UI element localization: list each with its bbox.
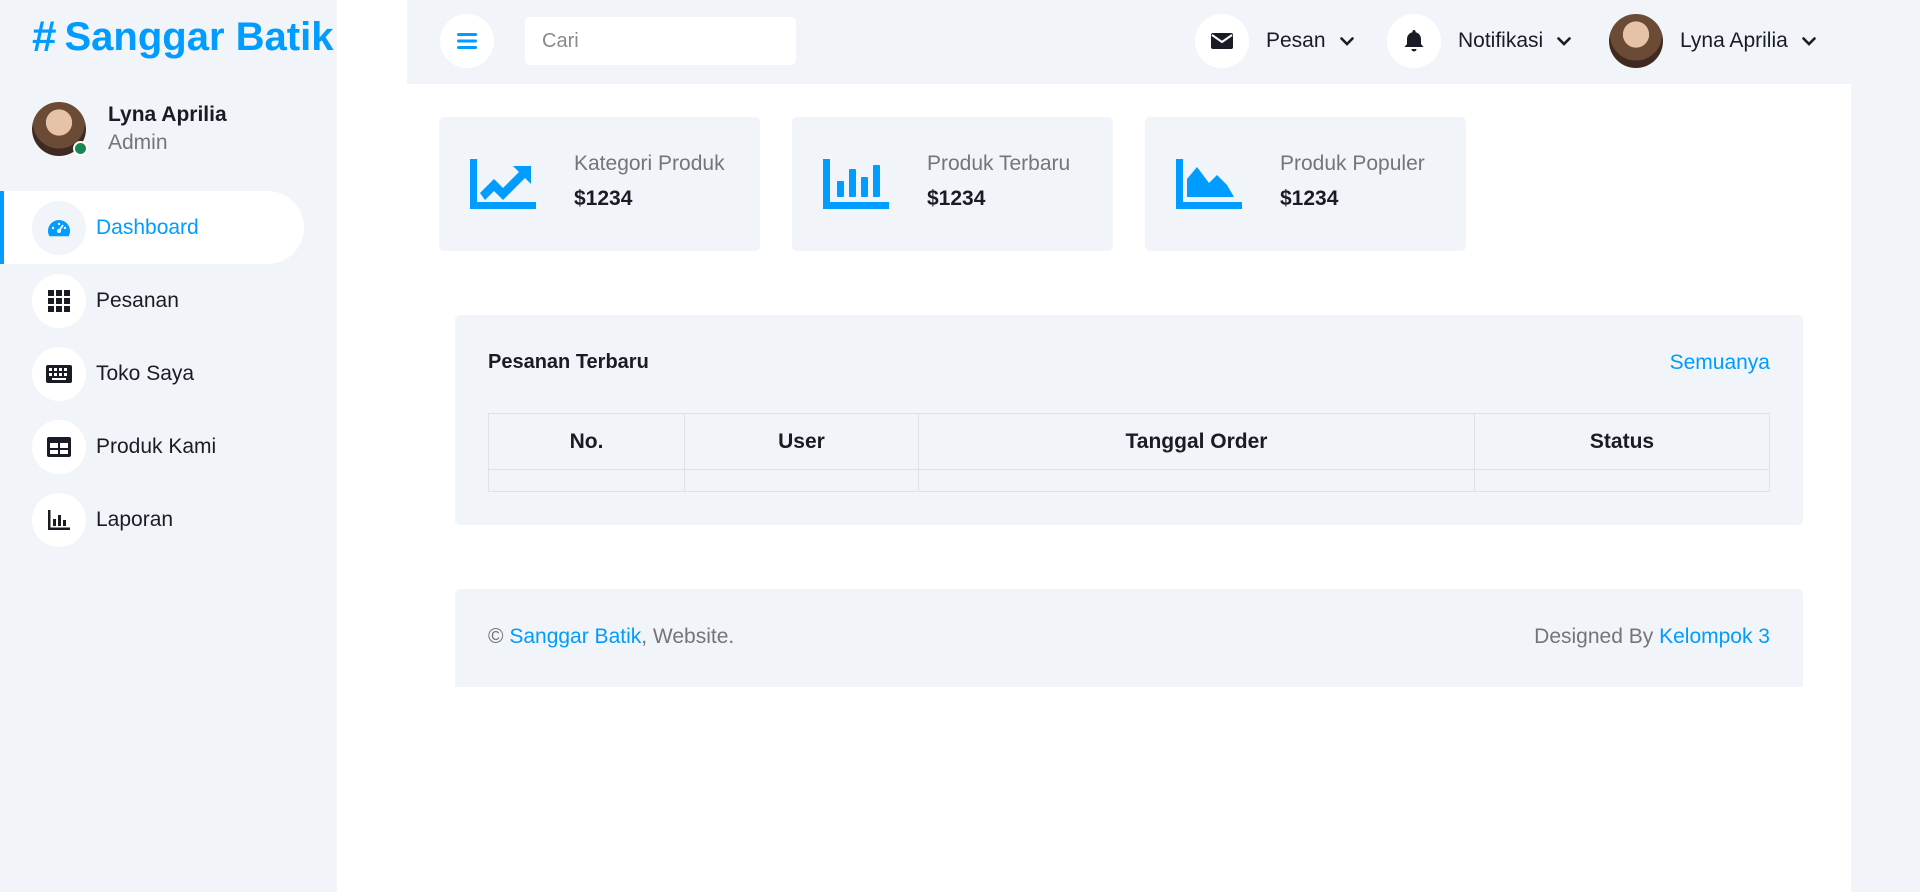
column-header-user[interactable]: User [684, 413, 919, 470]
chevron-down-icon [1557, 36, 1572, 46]
stat-value: $1234 [1280, 187, 1339, 210]
messages-dropdown[interactable]: Pesan [1195, 13, 1354, 69]
hamburger-icon [457, 33, 477, 49]
brand-name: Sanggar Batik [64, 14, 334, 59]
column-header-status[interactable]: Status [1474, 413, 1770, 470]
chevron-down-icon [1339, 36, 1354, 46]
sidebar-profile: Lyna Aprilia Admin [32, 102, 227, 158]
envelope-icon [1195, 14, 1249, 68]
bar-chart-icon [32, 492, 86, 547]
gauge-icon [32, 200, 86, 255]
bell-icon [1387, 14, 1441, 68]
stat-label: Produk Terbaru [927, 152, 1071, 175]
profile-role: Admin [108, 131, 168, 154]
footer-site-link[interactable]: Sanggar Batik [509, 625, 641, 648]
table-header-row: No. User Tanggal Order Status [488, 413, 1770, 470]
chart-line-icon [470, 157, 536, 211]
footer-designed-by: Designed By [1534, 625, 1654, 648]
search-input[interactable] [525, 17, 796, 65]
footer-site-suffix: , Website. [641, 625, 735, 648]
chart-area-icon [1176, 157, 1242, 211]
avatar [1609, 14, 1663, 68]
column-header-no[interactable]: No. [488, 413, 685, 470]
user-name-label: Lyna Aprilia [1680, 29, 1788, 52]
table-cell [1474, 469, 1770, 492]
sidebar-item-label: Laporan [96, 507, 174, 531]
sidebar-toggle-button[interactable] [440, 14, 494, 68]
notifications-dropdown[interactable]: Notifikasi [1387, 13, 1572, 69]
online-status-indicator [73, 141, 88, 156]
hash-icon: # [32, 12, 57, 61]
sidebar-item-label: Produk Kami [96, 434, 217, 458]
sidebar-item-label: Dashboard [96, 215, 199, 239]
sidebar-item-label: Pesanan [96, 288, 179, 312]
stat-value: $1234 [927, 187, 986, 210]
messages-label: Pesan [1266, 29, 1326, 52]
notifications-label: Notifikasi [1458, 29, 1544, 52]
keyboard-icon [32, 346, 86, 401]
avatar [32, 102, 88, 156]
sidebar-item-laporan[interactable]: Laporan [0, 483, 337, 556]
table-icon [32, 419, 86, 474]
stat-label: Produk Populer [1280, 152, 1425, 175]
footer-credit: Designed By Kelompok 3 [1534, 625, 1770, 649]
stat-label: Kategori Produk [574, 152, 725, 175]
copyright-symbol: © [488, 625, 504, 648]
sidebar-item-label: Toko Saya [96, 361, 195, 385]
sidebar-item-produk-kami[interactable]: Produk Kami [0, 410, 337, 483]
table-row [488, 469, 1770, 492]
profile-name: Lyna Aprilia [108, 103, 227, 126]
footer-designer-link[interactable]: Kelompok 3 [1659, 625, 1770, 648]
stat-card-kategori-produk: Kategori Produk $1234 [439, 117, 760, 251]
recent-orders-panel: Pesanan Terbaru Semuanya No. User Tangga… [455, 315, 1803, 525]
main-content: Pesan Notifikasi Lyna Aprilia Kategori P… [337, 0, 1851, 892]
footer: © Sanggar Batik, Website. Designed By Ke… [455, 589, 1803, 687]
sidebar-item-dashboard[interactable]: Dashboard [0, 191, 304, 264]
chevron-down-icon [1801, 36, 1816, 46]
stat-card-produk-terbaru: Produk Terbaru $1234 [792, 117, 1113, 251]
see-all-link[interactable]: Semuanya [1670, 351, 1770, 375]
footer-copyright: © Sanggar Batik, Website. [488, 625, 734, 649]
stat-value: $1234 [574, 187, 633, 210]
stat-card-produk-populer: Produk Populer $1234 [1145, 117, 1466, 251]
grid-icon [32, 273, 86, 328]
table-cell [684, 469, 919, 492]
sidebar-item-toko-saya[interactable]: Toko Saya [0, 337, 337, 410]
table-cell [488, 469, 685, 492]
chart-bar-icon [823, 157, 889, 211]
table-cell [918, 469, 1475, 492]
column-header-tanggal-order[interactable]: Tanggal Order [918, 413, 1475, 470]
sidebar-nav: Dashboard Pesanan Toko Saya Produk Kami … [0, 191, 337, 556]
user-dropdown[interactable]: Lyna Aprilia [1609, 13, 1816, 69]
sidebar-item-pesanan[interactable]: Pesanan [0, 264, 337, 337]
panel-title: Pesanan Terbaru [488, 351, 649, 373]
sidebar: # Sanggar Batik Lyna Aprilia Admin Dashb… [0, 0, 337, 892]
orders-table: No. User Tanggal Order Status [488, 413, 1770, 492]
topbar: Pesan Notifikasi Lyna Aprilia [407, 0, 1851, 84]
brand-logo[interactable]: # Sanggar Batik [32, 12, 333, 62]
